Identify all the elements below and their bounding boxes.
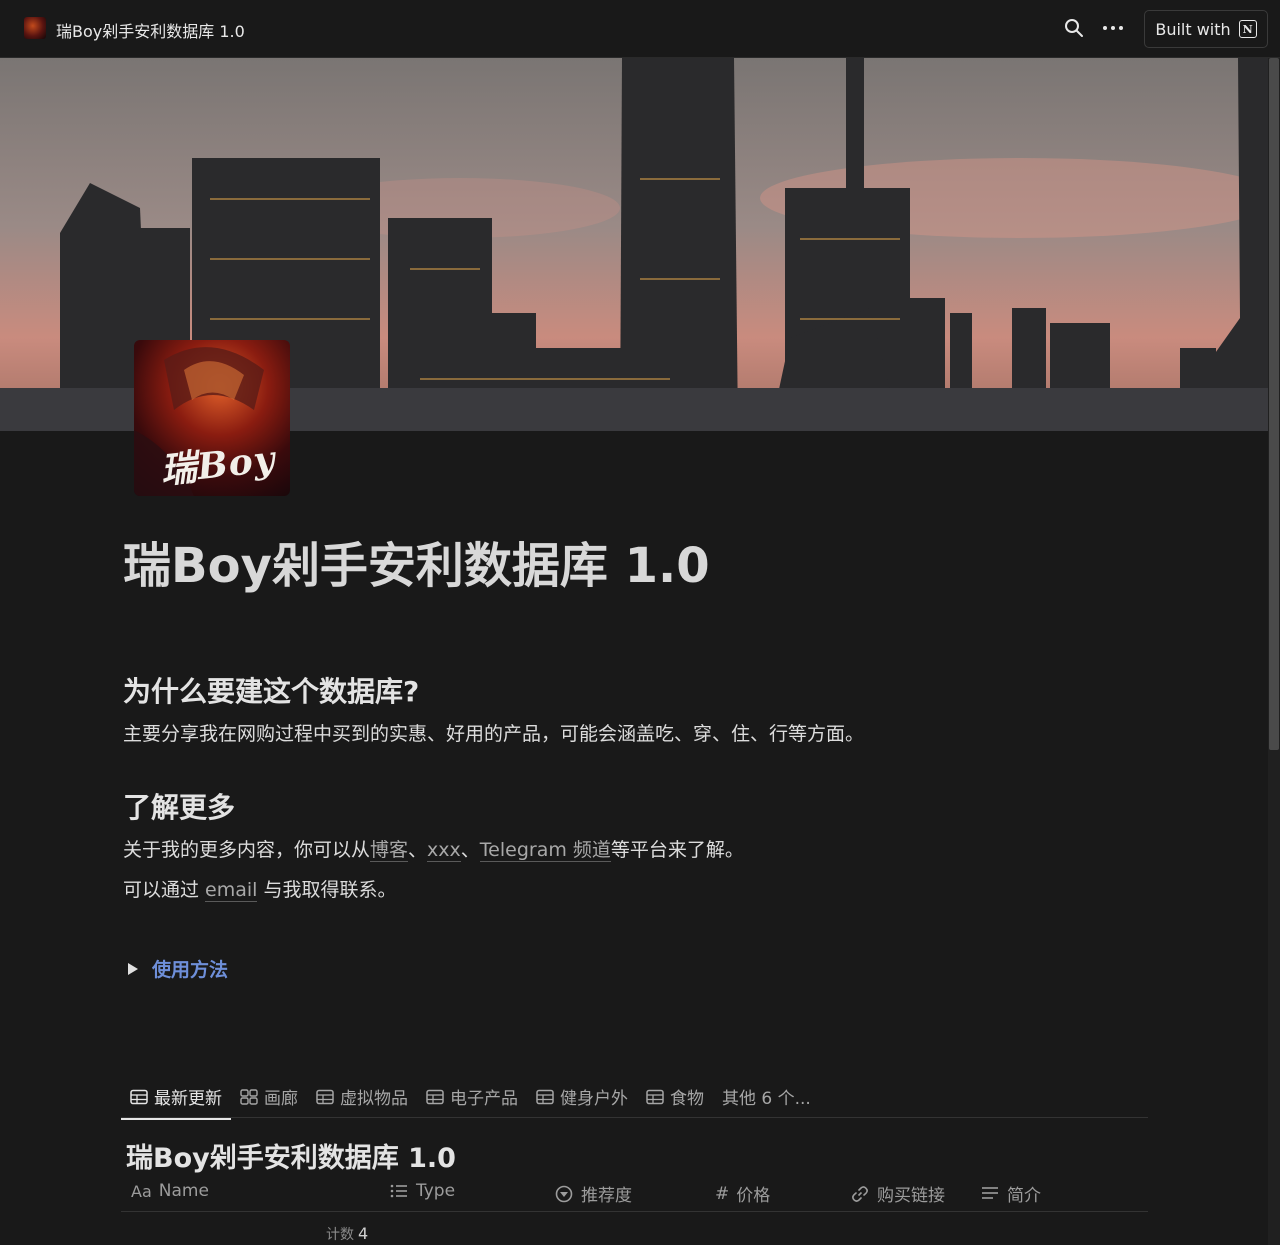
site-title[interactable]: 瑞Boy剁手安利数据库 1.0	[56, 18, 245, 42]
table-header-row: Aa Name Type 推荐度 # 价格 购买链接 简介	[121, 1172, 1148, 1212]
text-icon	[982, 1186, 998, 1199]
gallery-icon	[240, 1088, 258, 1105]
contact-paragraph: 可以通过 email 与我取得联系。	[123, 875, 397, 902]
separator: 、	[408, 839, 428, 861]
tab-food[interactable]: 食物	[637, 1076, 713, 1120]
why-paragraph: 主要分享我在网购过程中买到的实惠、好用的产品，可能会涵盖吃、穿、住、行等方面。	[123, 723, 865, 745]
page-icon-avatar: 瑞Boy	[134, 340, 290, 496]
column-header-price[interactable]: # 价格	[715, 1181, 771, 1207]
telegram-channel-link[interactable]: Telegram 频道	[479, 839, 611, 862]
count-value: 4	[358, 1224, 369, 1243]
tab-fitness-outdoor[interactable]: 健身户外	[527, 1076, 637, 1120]
tab-label: 其他 6 个...	[722, 1089, 811, 1109]
xxx-link[interactable]: xxx	[427, 839, 461, 862]
built-with-label: Built with	[1155, 19, 1231, 39]
link-icon	[852, 1185, 868, 1202]
text-type-icon: Aa	[131, 1181, 152, 1201]
email-link[interactable]: email	[205, 879, 258, 902]
database-title[interactable]: 瑞Boy剁手安利数据库 1.0	[126, 1136, 456, 1175]
usage-toggle-label[interactable]: 使用方法	[152, 955, 228, 982]
column-header-purchase-link[interactable]: 购买链接	[850, 1181, 945, 1206]
tab-virtual-goods[interactable]: 虚拟物品	[307, 1076, 417, 1120]
page-title: 瑞Boy剁手安利数据库 1.0	[123, 538, 710, 594]
tab-label: 健身户外	[560, 1089, 628, 1109]
usage-toggle[interactable]: 使用方法	[128, 955, 228, 982]
number-type-icon: #	[715, 1183, 730, 1204]
tab-label: 虚拟物品	[340, 1089, 408, 1109]
column-label: 价格	[736, 1186, 771, 1206]
tab-label: 最新更新	[154, 1089, 222, 1109]
tab-label: 画廊	[264, 1089, 298, 1109]
scrollbar-thumb[interactable]	[1269, 58, 1279, 750]
why-heading: 为什么要建这个数据库?	[123, 675, 420, 708]
tab-more-views[interactable]: 其他 6 个...	[713, 1076, 820, 1120]
column-header-name[interactable]: Aa Name	[131, 1181, 209, 1201]
row-count[interactable]: 计数 4	[326, 1224, 368, 1244]
column-header-description[interactable]: 简介	[980, 1181, 1041, 1206]
top-bar: 瑞Boy剁手安利数据库 1.0 Built with N	[0, 0, 1280, 58]
table-icon	[426, 1089, 444, 1104]
column-label: Name	[158, 1181, 209, 1201]
column-header-type[interactable]: Type	[389, 1181, 455, 1201]
status-icon	[555, 1185, 573, 1202]
contact-prefix: 可以通过	[123, 879, 206, 901]
blog-link[interactable]: 博客	[370, 839, 409, 862]
notion-icon: N	[1238, 20, 1257, 38]
table-icon	[130, 1089, 148, 1104]
table-icon	[646, 1089, 664, 1104]
built-with-notion-button[interactable]: Built with N	[1144, 10, 1268, 48]
column-label: 推荐度	[581, 1186, 632, 1206]
contact-suffix: 与我取得联系。	[257, 879, 397, 901]
tab-gallery[interactable]: 画廊	[231, 1076, 307, 1120]
separator: 、	[460, 839, 480, 861]
column-label: 购买链接	[877, 1186, 945, 1206]
tab-electronics[interactable]: 电子产品	[417, 1076, 527, 1120]
toggle-arrow-icon[interactable]	[128, 962, 138, 975]
learn-more-prefix: 关于我的更多内容，你可以从	[123, 839, 371, 861]
tab-label: 电子产品	[450, 1089, 518, 1109]
table-icon	[316, 1089, 334, 1104]
list-icon	[390, 1184, 407, 1198]
tab-label: 食物	[670, 1089, 704, 1109]
column-label: Type	[416, 1181, 456, 1201]
learn-more-paragraph: 关于我的更多内容，你可以从博客、xxx、Telegram 频道等平台来了解。	[123, 835, 744, 862]
tab-latest-updates[interactable]: 最新更新	[121, 1076, 231, 1120]
site-favicon-icon	[24, 17, 46, 39]
column-label: 简介	[1007, 1186, 1041, 1206]
column-header-recommendation[interactable]: 推荐度	[554, 1181, 632, 1206]
learn-more-suffix: 等平台来了解。	[610, 839, 744, 861]
database-view-tabs: 最新更新 画廊 虚拟物品 电子产品 健身户外 食物 其他 6 个...	[121, 1076, 820, 1120]
more-icon[interactable]	[1101, 18, 1125, 38]
learn-more-heading: 了解更多	[123, 791, 236, 824]
table-icon	[536, 1089, 554, 1104]
tabs-divider	[121, 1117, 1148, 1118]
count-label: 计数	[326, 1227, 354, 1243]
search-icon[interactable]	[1064, 18, 1084, 38]
